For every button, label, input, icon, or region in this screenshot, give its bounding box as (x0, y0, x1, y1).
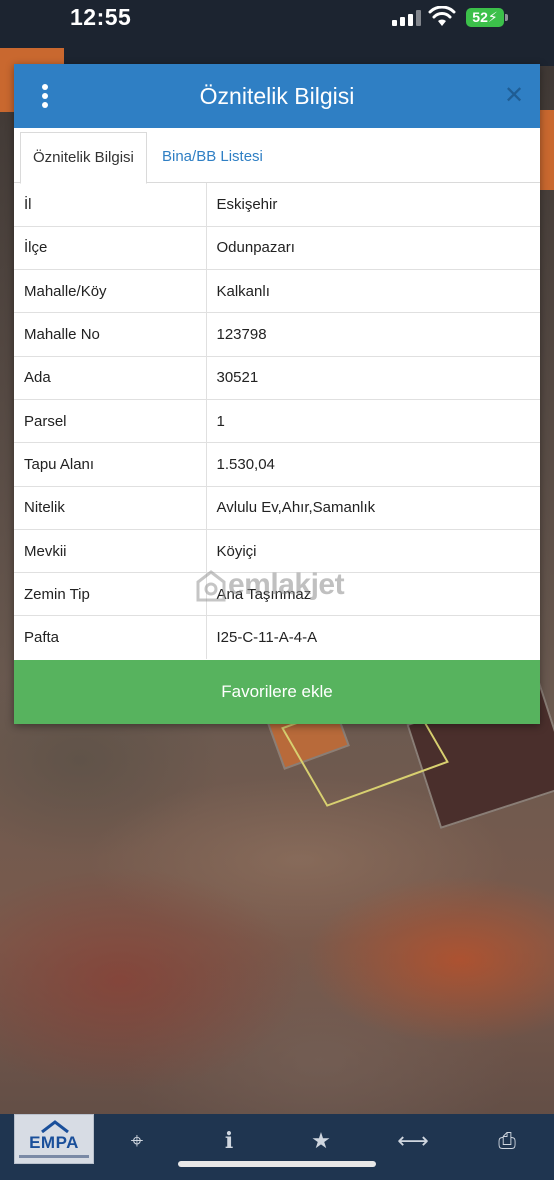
status-time: 12:55 (70, 4, 132, 30)
home-indicator[interactable] (178, 1161, 376, 1167)
wifi-icon (428, 6, 456, 26)
table-row: İlçe Odunpazarı (14, 226, 540, 271)
table-row: Pafta I25-C-11-A-4-A (14, 615, 540, 660)
empa-logo: EMPA (14, 1114, 94, 1164)
locate-icon[interactable]: ⌖ (120, 1124, 154, 1158)
charging-bolt-icon: ⚡ (487, 9, 498, 25)
attribute-key: Pafta (14, 615, 207, 660)
dialog-title: Öznitelik Bilgisi (199, 83, 355, 109)
more-menu-icon[interactable] (36, 82, 54, 110)
attribute-key: Mevkii (14, 529, 207, 574)
attribute-key: Mahalle No (14, 312, 207, 357)
attribute-value: Köyiçi (206, 529, 540, 574)
info-icon[interactable]: i (212, 1124, 246, 1158)
attribute-key: Mahalle/Köy (14, 269, 207, 314)
table-row: Mahalle No 123798 (14, 312, 540, 357)
table-row: Tapu Alanı 1.530,04 (14, 442, 540, 487)
bottom-toolbar: EMPA ⌖ i ★ ⟷ ⎙ (0, 1114, 554, 1180)
attribute-value: 123798 (206, 312, 540, 357)
map-orange-strip (540, 110, 554, 190)
battery-icon: 52⚡ (466, 8, 504, 27)
attribute-key: Parsel (14, 399, 207, 444)
attribute-key: İl (14, 183, 207, 227)
attribute-value: 30521 (206, 356, 540, 400)
tab-building-list[interactable]: Bina/BB Listesi (150, 132, 275, 184)
tab-attribute-info[interactable]: Öznitelik Bilgisi (20, 132, 147, 184)
logo-subtitle (19, 1155, 89, 1158)
attribute-value: Kalkanlı (206, 269, 540, 314)
attribute-key: Tapu Alanı (14, 442, 207, 487)
attribute-key: Zemin Tip (14, 572, 207, 617)
table-row: Mevkii Köyiçi (14, 529, 540, 574)
table-row: Nitelik Avlulu Ev,Ahır,Samanlık (14, 486, 540, 530)
dialog-header: Öznitelik Bilgisi ✕ (14, 64, 540, 128)
logo-text: EMPA (29, 1133, 79, 1152)
battery-level: 52 (472, 9, 488, 25)
attribute-key: Ada (14, 356, 207, 400)
table-row: Ada 30521 (14, 356, 540, 400)
watermark-text: emlakjet (228, 568, 345, 601)
table-row: Parsel 1 (14, 399, 540, 444)
battery-tip (505, 14, 508, 21)
attribute-value: Eskişehir (206, 183, 540, 227)
watermark: emlakjet (192, 568, 345, 602)
star-icon[interactable]: ★ (304, 1124, 338, 1158)
measure-icon[interactable]: ⟷ (396, 1124, 430, 1158)
tab-bar: Öznitelik Bilgisi Bina/BB Listesi (14, 128, 540, 184)
logo-roof-icon (41, 1120, 69, 1133)
attribute-value: Avlulu Ev,Ahır,Samanlık (206, 486, 540, 530)
cellular-signal-icon (392, 10, 422, 26)
attribute-value: I25-C-11-A-4-A (216, 629, 318, 647)
add-to-favorites-button[interactable]: Favorilere ekle (14, 660, 540, 724)
status-bar: 12:55 52⚡ (0, 0, 554, 40)
attribute-dialog: Öznitelik Bilgisi ✕ Öznitelik Bilgisi Bi… (14, 64, 540, 724)
close-icon[interactable]: ✕ (500, 82, 528, 110)
attribute-value: 1 (206, 399, 540, 444)
attribute-value: Odunpazarı (206, 226, 540, 271)
table-row: Mahalle/Köy Kalkanlı (14, 269, 540, 314)
print-icon[interactable]: ⎙ (490, 1124, 524, 1158)
attribute-value: 1.530,04 (206, 442, 540, 487)
table-row: İl Eskişehir (14, 183, 540, 227)
attribute-key: Nitelik (14, 486, 207, 530)
attribute-key: İlçe (14, 226, 207, 271)
